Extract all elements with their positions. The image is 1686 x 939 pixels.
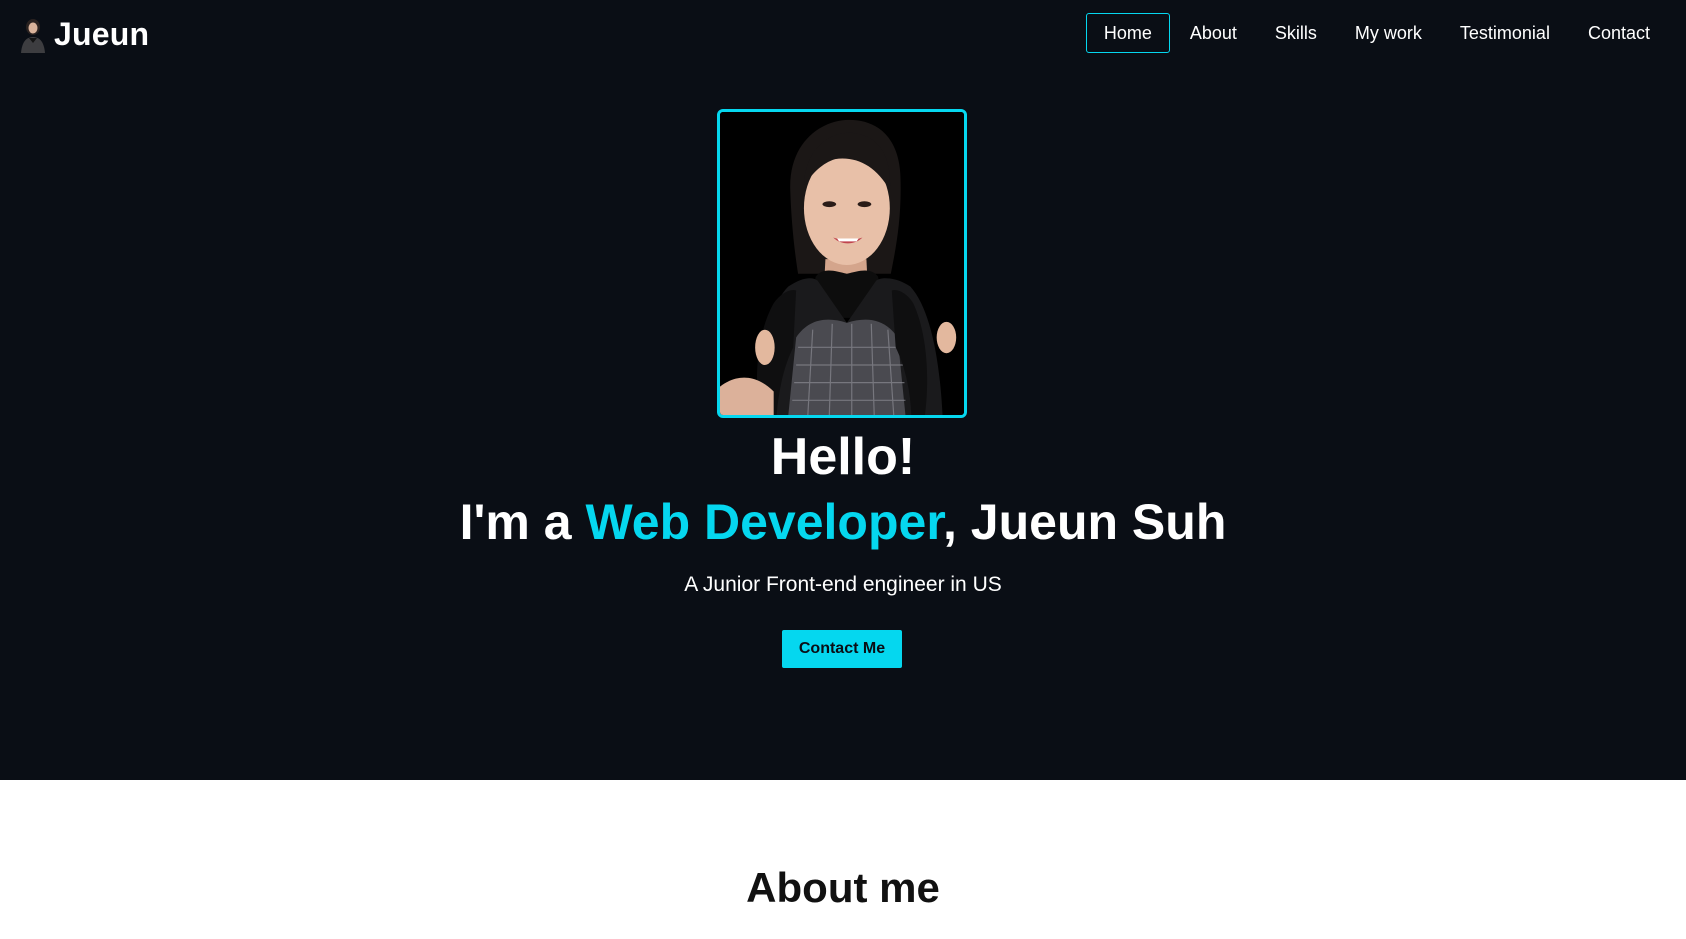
profile-photo [717, 109, 967, 418]
about-title: About me [746, 864, 940, 911]
navbar: Jueun Home About Skills My work Testimon… [0, 0, 1686, 70]
brand-name: Jueun [54, 15, 150, 52]
nav-item-contact[interactable]: Contact [1570, 13, 1668, 53]
nav-item-home[interactable]: Home [1085, 13, 1170, 53]
hero-intro-suffix: , Jueun Suh [943, 494, 1227, 550]
avatar [18, 15, 48, 53]
nav-menu: Home About Skills My work Testimonial Co… [1084, 13, 1668, 53]
nav-item-testimonial[interactable]: Testimonial [1442, 13, 1568, 53]
profile-avatar-icon [21, 19, 45, 53]
contact-me-button[interactable]: Contact Me [782, 630, 902, 668]
hero-intro: I'm a Web Developer, Jueun Suh [0, 490, 1686, 554]
hero-subtitle: A Junior Front-end engineer in US [684, 573, 1002, 596]
hero-section: Jueun Home About Skills My work Testimon… [0, 0, 1686, 780]
nav-item-my-work[interactable]: My work [1337, 13, 1440, 53]
profile-photo-image [720, 112, 964, 415]
hero-intro-prefix: I'm a [459, 494, 586, 550]
nav-item-skills[interactable]: Skills [1257, 13, 1335, 53]
hero-intro-role: Web Developer [585, 494, 944, 550]
brand-logo[interactable]: Jueun [18, 14, 149, 54]
hero-greeting: Hello! [770, 428, 916, 486]
nav-item-about[interactable]: About [1172, 13, 1255, 53]
